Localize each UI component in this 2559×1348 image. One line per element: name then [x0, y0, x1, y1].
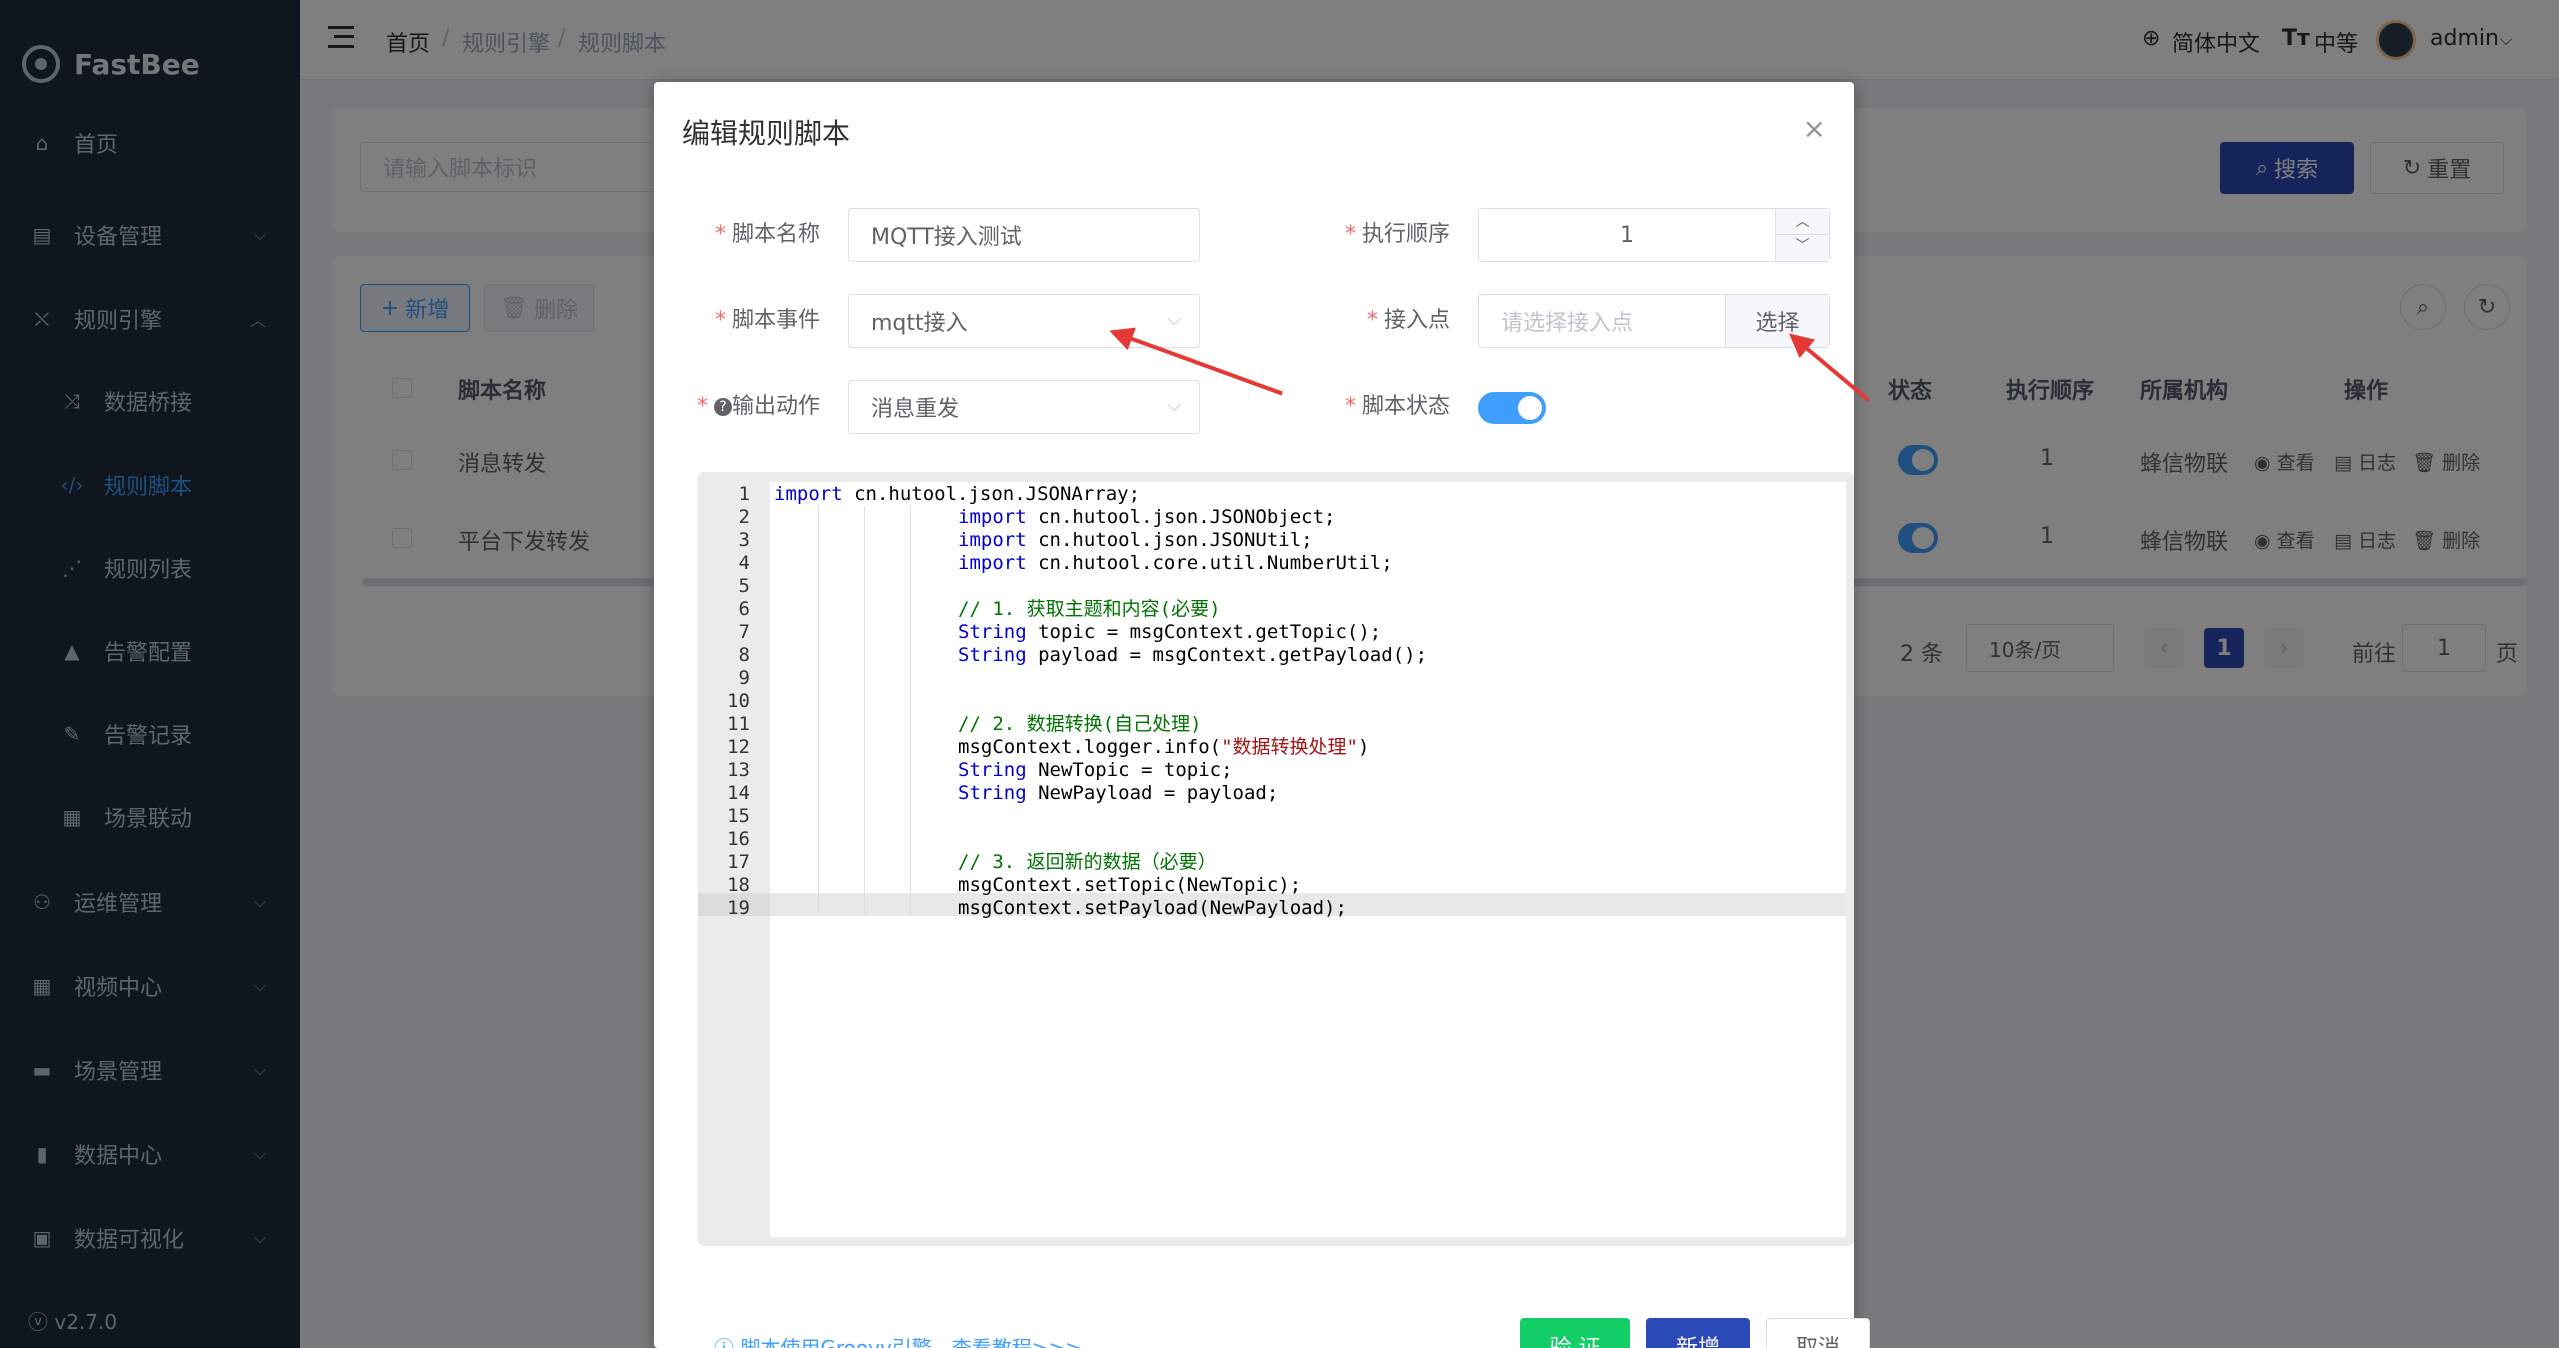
exec-order-label-text: 执行顺序 [1361, 222, 1450, 247]
line-number: 1 [738, 483, 750, 505]
indent-guide [864, 506, 865, 916]
output-action-label-text: 输出动作 [731, 394, 820, 419]
code-line: import cn.hutool.json.JSONObject; [958, 506, 1336, 528]
code-editor[interactable]: 1 2 3 4 5 6 7 8 9 10 11 12 13 14 15 16 1… [698, 472, 1854, 1246]
cancel-button[interactable]: 取消 [1766, 1318, 1870, 1348]
line-number: 9 [738, 667, 750, 689]
code-line: String NewTopic = topic; [958, 759, 1233, 781]
output-action-value: 消息重发 [871, 397, 960, 422]
help-icon[interactable]: ? [713, 398, 732, 416]
tutorial-link[interactable]: ⓘ 脚本使用Groovy引擎，查看教程>>> [714, 1332, 1082, 1348]
output-action-select[interactable]: 消息重发 ⌵ [848, 380, 1200, 434]
line-number: 11 [727, 713, 750, 735]
line-number: 12 [727, 736, 750, 758]
line-number: 19 [727, 897, 750, 919]
code-text-area[interactable]: import cn.hutool.json.JSONArray; import … [770, 482, 1846, 1237]
exec-order-stepper[interactable]: 1 ︿ ﹀ [1478, 208, 1830, 262]
script-status-label: * 脚本状态 [1344, 394, 1450, 419]
tutorial-link-text: 脚本使用Groovy引擎，查看教程>>> [740, 1336, 1083, 1348]
line-number: 10 [727, 690, 750, 712]
line-number: 2 [738, 506, 750, 528]
code-line: msgContext.setPayload(NewPayload); [958, 897, 1347, 919]
code-line: String topic = msgContext.getTopic(); [958, 621, 1382, 643]
dialog-title: 编辑规则脚本 [682, 117, 851, 150]
script-name-input[interactable]: MQTT接入测试 [848, 208, 1200, 262]
toggle-knob [1518, 396, 1542, 420]
access-point-placeholder: 请选择接入点 [1501, 311, 1634, 336]
line-number: 17 [727, 851, 750, 873]
code-line: // 3. 返回新的数据（必要） [958, 851, 1217, 873]
line-number: 15 [727, 805, 750, 827]
line-number: 16 [727, 828, 750, 850]
line-number: 8 [738, 644, 750, 666]
line-number: 13 [727, 759, 750, 781]
script-name-label-text: 脚本名称 [731, 222, 820, 247]
script-event-value: mqtt接入 [871, 311, 968, 336]
code-line: msgContext.setTopic(NewTopic); [958, 874, 1302, 896]
script-status-label-text: 脚本状态 [1361, 394, 1450, 419]
code-line: String NewPayload = payload; [958, 782, 1279, 804]
access-point-input[interactable]: 请选择接入点 选择 [1478, 294, 1830, 348]
close-icon[interactable]: × [1803, 112, 1826, 145]
line-number: 4 [738, 552, 750, 574]
script-event-label: * 脚本事件 [714, 308, 820, 333]
question-icon: ⓘ [714, 1336, 734, 1348]
line-number: 7 [738, 621, 750, 643]
decrement-icon[interactable]: ﹀ [1776, 235, 1829, 261]
indent-guide [910, 506, 911, 916]
stepper-controls: ︿ ﹀ [1775, 209, 1829, 261]
script-name-label: * 脚本名称 [714, 222, 820, 247]
access-point-label: * 接入点 [1366, 308, 1450, 333]
chevron-down-icon: ⌵ [1167, 309, 1181, 330]
validate-button[interactable]: 验 证 [1520, 1318, 1630, 1348]
output-action-label: *? 输出动作 [696, 394, 820, 419]
submit-button[interactable]: 新增 [1646, 1318, 1750, 1348]
line-number: 6 [738, 598, 750, 620]
script-event-select[interactable]: mqtt接入 ⌵ [848, 294, 1200, 348]
line-number: 14 [727, 782, 750, 804]
line-number-gutter: 1 2 3 4 5 6 7 8 9 10 11 12 13 14 15 16 1… [698, 472, 770, 1246]
line-number: 3 [738, 529, 750, 551]
script-event-label-text: 脚本事件 [731, 308, 820, 333]
edit-script-dialog: 编辑规则脚本 × * 脚本名称 MQTT接入测试 * 执行顺序 1 ︿ ﹀ * 脚本事… [654, 82, 1870, 1348]
exec-order-label: * 执行顺序 [1344, 222, 1450, 247]
code-line: import cn.hutool.json.JSONArray; [774, 483, 1141, 505]
line-number: 5 [738, 575, 750, 597]
code-line: import cn.hutool.core.util.NumberUtil; [958, 552, 1393, 574]
increment-icon[interactable]: ︿ [1776, 209, 1829, 235]
line-number: 18 [727, 874, 750, 896]
code-line: // 2. 数据转换(自己处理) [958, 713, 1202, 735]
exec-order-value: 1 [1620, 222, 1634, 248]
access-point-label-text: 接入点 [1383, 308, 1450, 333]
chevron-down-icon: ⌵ [1167, 395, 1181, 416]
script-status-toggle[interactable] [1478, 392, 1546, 424]
code-line: import cn.hutool.json.JSONUtil; [958, 529, 1313, 551]
indent-guide [818, 506, 819, 916]
code-line: // 1. 获取主题和内容(必要) [958, 598, 1221, 620]
code-line: msgContext.logger.info("数据转换处理") [958, 736, 1370, 758]
code-line: String payload = msgContext.getPayload()… [958, 644, 1428, 666]
